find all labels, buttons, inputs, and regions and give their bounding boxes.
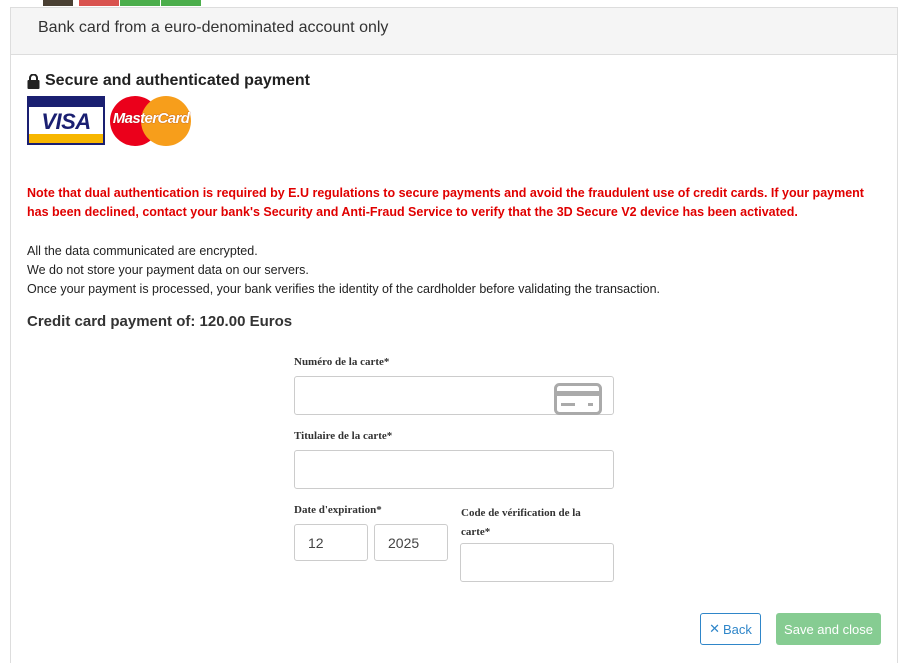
info-line: Once your payment is processed, your ban… — [27, 282, 660, 296]
expiry-label: Date d'expiration* — [294, 504, 382, 516]
cardholder-input[interactable] — [294, 450, 614, 489]
secure-payment-title: Secure and authenticated payment — [27, 72, 310, 90]
authentication-notice: Note that dual authentication is require… — [27, 186, 864, 219]
cvv-input[interactable] — [460, 543, 614, 582]
back-button[interactable]: ✕ Back — [700, 613, 761, 645]
mastercard-logo: MasterCard — [110, 96, 192, 146]
secure-payment-text: Secure and authenticated payment — [45, 72, 310, 89]
cvv-label-line: carte* — [461, 526, 491, 538]
expiry-month-select[interactable]: 12 — [294, 524, 368, 561]
back-button-label: Back — [723, 621, 752, 637]
tab-indicator-green — [161, 0, 201, 6]
visa-logo: VISA — [27, 96, 105, 145]
expiry-year-value: 2025 — [388, 534, 420, 551]
close-icon: ✕ — [709, 621, 720, 636]
mastercard-logo-text: MasterCard — [112, 110, 190, 127]
expiry-month-value: 12 — [308, 534, 324, 551]
save-and-close-button[interactable]: Save and close — [776, 613, 881, 645]
visa-logo-text: VISA — [41, 109, 91, 134]
lock-icon — [27, 73, 40, 89]
cvv-label: Code de vérification de la carte* — [461, 504, 581, 542]
credit-card-icon — [554, 383, 602, 415]
expiry-year-select[interactable]: 2025 — [374, 524, 448, 561]
card-number-label: Numéro de la carte* — [294, 356, 390, 368]
info-line: We do not store your payment data on our… — [27, 263, 309, 277]
save-button-label: Save and close — [784, 621, 873, 637]
tab-indicator-green — [120, 0, 160, 6]
cvv-label-line: Code de vérification de la — [461, 507, 581, 519]
tab-indicator-red — [79, 0, 119, 6]
card-number-input[interactable] — [294, 376, 614, 415]
info-line: All the data communicated are encrypted. — [27, 244, 258, 258]
security-info: All the data communicated are encrypted.… — [27, 242, 660, 299]
payment-amount: Credit card payment of: 120.00 Euros — [27, 313, 293, 330]
panel-heading: Bank card from a euro-denominated accoun… — [11, 8, 897, 55]
cardholder-label: Titulaire de la carte* — [294, 430, 393, 442]
thumbnail-image — [43, 0, 73, 6]
